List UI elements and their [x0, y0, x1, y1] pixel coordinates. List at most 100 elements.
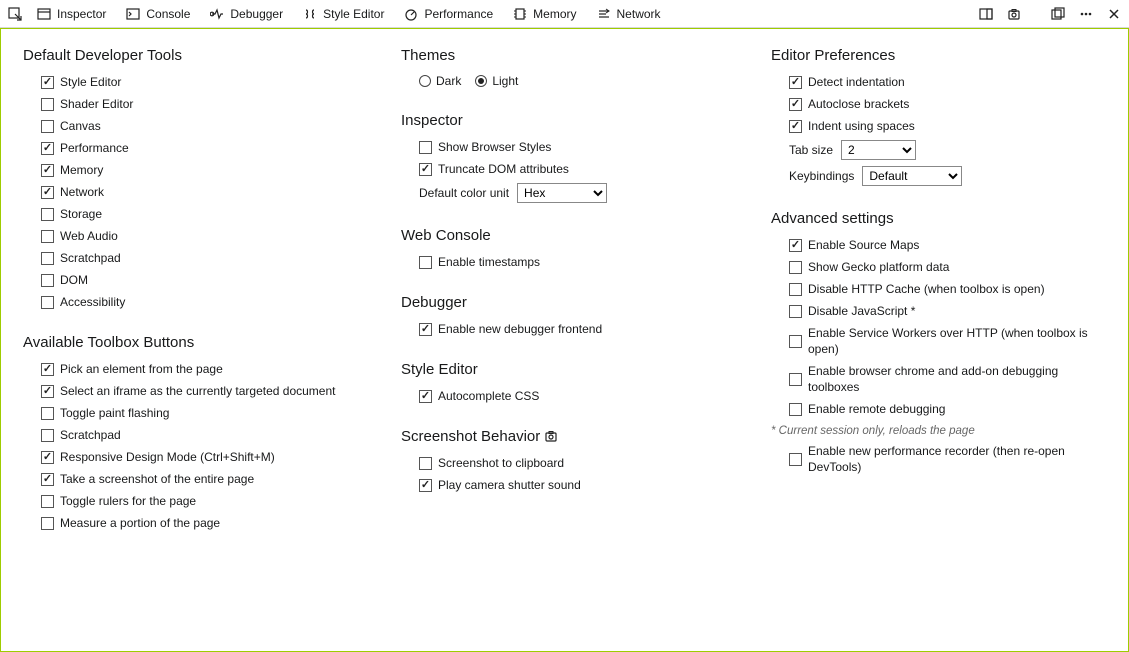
default-tool-option[interactable]: Scratchpad	[41, 250, 385, 266]
pick-element-button[interactable]	[4, 3, 26, 25]
checkbox-icon	[41, 142, 54, 155]
screenshot-button[interactable]	[1003, 3, 1025, 25]
toolbox-button-label: Responsive Design Mode (Ctrl+Shift+M)	[60, 449, 275, 465]
toolbox-button-label: Select an iframe as the currently target…	[60, 383, 335, 399]
checkbox-icon	[789, 283, 802, 296]
advanced-pref-option[interactable]: Enable Service Workers over HTTP (when t…	[789, 325, 1106, 357]
advanced-pref-option[interactable]: Disable JavaScript *	[789, 303, 1106, 319]
checkbox-icon	[789, 76, 802, 89]
tab-size-select[interactable]: 2	[841, 140, 916, 160]
default-tool-option[interactable]: Canvas	[41, 118, 385, 134]
keybindings-select[interactable]: Default	[862, 166, 962, 186]
toolbox-button-option[interactable]: Scratchpad	[41, 427, 385, 443]
advanced-pref-option[interactable]: Enable Source Maps	[789, 237, 1106, 253]
default-tool-label: Shader Editor	[60, 96, 133, 112]
tab-inspector[interactable]: Inspector	[28, 1, 115, 27]
checkbox-icon	[41, 296, 54, 309]
screenshot-pref-label: Play camera shutter sound	[438, 477, 581, 493]
console-pref-option[interactable]: Enable timestamps	[419, 254, 755, 270]
screenshot-pref-option[interactable]: Screenshot to clipboard	[419, 455, 755, 471]
default-tool-option[interactable]: Style Editor	[41, 74, 385, 90]
tab-label: Network	[617, 7, 661, 21]
theme-dark-option[interactable]: Dark	[419, 74, 461, 88]
devtools-toolbar: Inspector Console Debugger Style Editor …	[0, 0, 1129, 28]
inspector-pref-option[interactable]: Truncate DOM attributes	[419, 161, 755, 177]
tab-style-editor[interactable]: Style Editor	[294, 1, 393, 27]
perf-recorder-option[interactable]: Enable new performance recorder (then re…	[789, 443, 1106, 475]
default-tool-label: DOM	[60, 272, 88, 288]
checkbox-icon	[41, 230, 54, 243]
checkbox-icon	[789, 120, 802, 133]
heading-style-editor: Style Editor	[401, 361, 755, 378]
checkbox-icon	[789, 335, 802, 348]
toolbox-button-option[interactable]: Select an iframe as the currently target…	[41, 383, 385, 399]
toolbox-button-option[interactable]: Take a screenshot of the entire page	[41, 471, 385, 487]
radio-icon	[419, 75, 431, 87]
footnote-session-only: * Current session only, reloads the page	[771, 425, 1106, 437]
advanced-pref-option[interactable]: Disable HTTP Cache (when toolbox is open…	[789, 281, 1106, 297]
more-options-button[interactable]	[1075, 3, 1097, 25]
tab-label: Debugger	[230, 7, 283, 21]
styleeditor-pref-label: Autocomplete CSS	[438, 388, 539, 404]
color-unit-select[interactable]: Hex	[517, 183, 607, 203]
tab-debugger[interactable]: Debugger	[201, 1, 292, 27]
advanced-pref-label: Enable remote debugging	[808, 401, 945, 417]
heading-toolbox-buttons: Available Toolbox Buttons	[23, 334, 385, 351]
settings-panel: Default Developer Tools Style EditorShad…	[0, 28, 1129, 652]
checkbox-icon	[419, 163, 432, 176]
checkbox-icon	[41, 208, 54, 221]
default-tool-option[interactable]: Network	[41, 184, 385, 200]
toolbox-button-label: Measure a portion of the page	[60, 515, 220, 531]
default-tool-label: Web Audio	[60, 228, 118, 244]
default-tool-option[interactable]: Accessibility	[41, 294, 385, 310]
default-tool-option[interactable]: DOM	[41, 272, 385, 288]
editor-pref-option[interactable]: Detect indentation	[789, 74, 1106, 90]
checkbox-icon	[41, 451, 54, 464]
toolbox-button-option[interactable]: Toggle rulers for the page	[41, 493, 385, 509]
debugger-pref-label: Enable new debugger frontend	[438, 321, 602, 337]
memory-icon	[513, 7, 527, 21]
styleeditor-pref-option[interactable]: Autocomplete CSS	[419, 388, 755, 404]
checkbox-icon	[41, 120, 54, 133]
advanced-pref-option[interactable]: Enable browser chrome and add-on debuggi…	[789, 363, 1106, 395]
close-button[interactable]	[1103, 3, 1125, 25]
default-tool-option[interactable]: Storage	[41, 206, 385, 222]
heading-web-console: Web Console	[401, 227, 755, 244]
toolbox-button-option[interactable]: Pick an element from the page	[41, 361, 385, 377]
tab-network[interactable]: Network	[588, 1, 670, 27]
default-tool-option[interactable]: Web Audio	[41, 228, 385, 244]
toolbox-button-option[interactable]: Responsive Design Mode (Ctrl+Shift+M)	[41, 449, 385, 465]
checkbox-icon	[41, 495, 54, 508]
style-editor-icon	[303, 7, 317, 21]
advanced-pref-option[interactable]: Enable remote debugging	[789, 401, 1106, 417]
heading-advanced: Advanced settings	[771, 210, 1106, 227]
tab-console[interactable]: Console	[117, 1, 199, 27]
tab-memory[interactable]: Memory	[504, 1, 585, 27]
tab-performance[interactable]: Performance	[395, 1, 502, 27]
editor-pref-option[interactable]: Indent using spaces	[789, 118, 1106, 134]
tab-label: Console	[146, 7, 190, 21]
default-tool-label: Memory	[60, 162, 103, 178]
heading-themes: Themes	[401, 47, 755, 64]
toolbox-button-option[interactable]: Toggle paint flashing	[41, 405, 385, 421]
default-tool-label: Scratchpad	[60, 250, 121, 266]
keybindings-label: Keybindings	[789, 169, 854, 183]
heading-debugger: Debugger	[401, 294, 755, 311]
dock-side-button[interactable]	[975, 3, 997, 25]
tab-size-label: Tab size	[789, 143, 833, 157]
inspector-pref-option[interactable]: Show Browser Styles	[419, 139, 755, 155]
inspector-pref-label: Truncate DOM attributes	[438, 161, 569, 177]
checkbox-icon	[789, 373, 802, 386]
toolbox-button-option[interactable]: Measure a portion of the page	[41, 515, 385, 531]
theme-light-option[interactable]: Light	[475, 74, 518, 88]
screenshot-pref-option[interactable]: Play camera shutter sound	[419, 477, 755, 493]
checkbox-icon	[789, 305, 802, 318]
separate-window-button[interactable]	[1047, 3, 1069, 25]
default-tool-option[interactable]: Shader Editor	[41, 96, 385, 112]
default-tool-option[interactable]: Memory	[41, 162, 385, 178]
default-tool-option[interactable]: Performance	[41, 140, 385, 156]
debugger-pref-option[interactable]: Enable new debugger frontend	[419, 321, 755, 337]
advanced-pref-option[interactable]: Show Gecko platform data	[789, 259, 1106, 275]
editor-pref-option[interactable]: Autoclose brackets	[789, 96, 1106, 112]
tab-label: Style Editor	[323, 7, 384, 21]
